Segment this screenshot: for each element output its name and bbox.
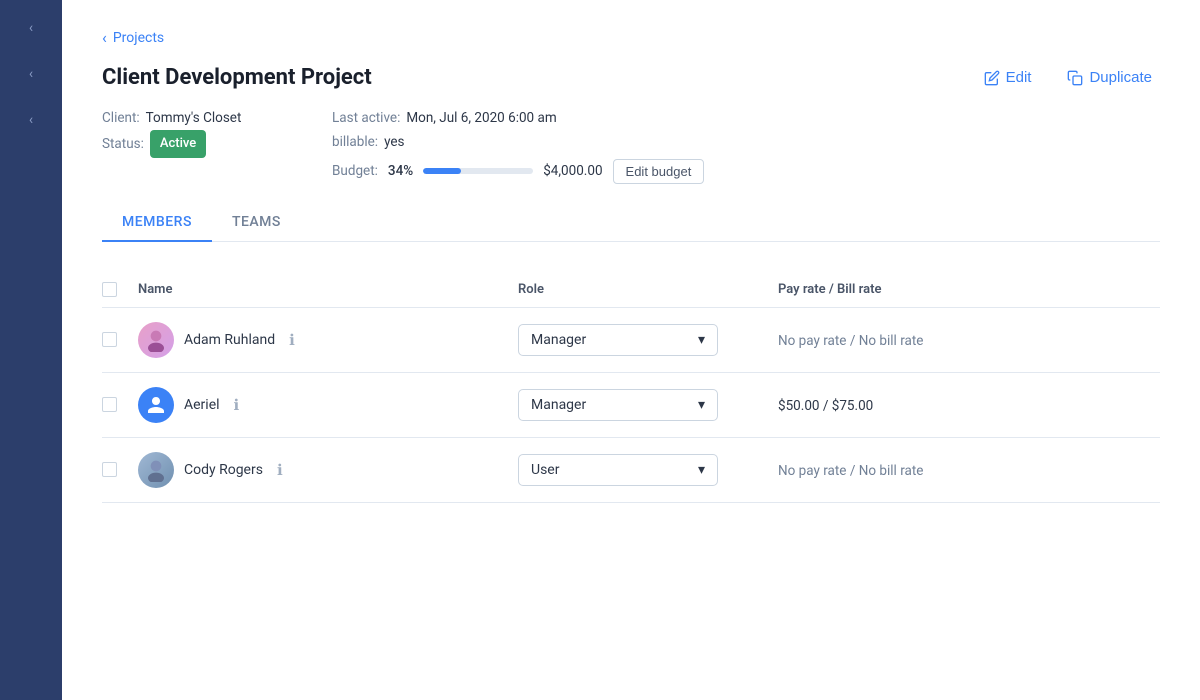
tabs-container: MEMBERS TEAMS xyxy=(102,204,1160,242)
progress-bar-background xyxy=(423,168,533,174)
progress-bar-fill xyxy=(423,168,460,174)
role-header-label: Role xyxy=(518,282,544,297)
table-row: Cody Rogers ℹ User ▾ No pay rate / No bi… xyxy=(102,437,1160,502)
billable-value: yes xyxy=(384,130,404,154)
duplicate-label: Duplicate xyxy=(1089,69,1152,86)
client-label: Client: xyxy=(102,106,140,130)
member-name-container: Cody Rogers ℹ xyxy=(138,452,518,488)
role-value: Manager xyxy=(531,332,586,348)
row-rate-cell: No pay rate / No bill rate xyxy=(778,437,1160,502)
budget-percent: 34% xyxy=(388,163,413,179)
header-checkbox-cell xyxy=(102,272,138,308)
breadcrumb[interactable]: ‹ Projects xyxy=(102,28,1160,47)
budget-label: Budget: xyxy=(332,163,378,179)
meta-right: Last active: Mon, Jul 6, 2020 6:00 am bi… xyxy=(332,106,1160,184)
status-badge: Active xyxy=(150,130,206,157)
chevron-down-icon: ▾ xyxy=(698,397,705,413)
client-value: Tommy's Closet xyxy=(146,106,242,130)
budget-amount: $4,000.00 xyxy=(543,163,602,179)
member-name: Aeriel xyxy=(184,397,220,413)
billable-row: billable: yes xyxy=(332,130,1160,154)
row-role-cell: Manager ▾ xyxy=(518,307,778,372)
status-row: Status: Active xyxy=(102,130,332,157)
role-dropdown[interactable]: Manager ▾ xyxy=(518,389,718,421)
member-name: Adam Ruhland xyxy=(184,332,275,348)
row-check-cell xyxy=(102,437,138,502)
last-active-row: Last active: Mon, Jul 6, 2020 6:00 am xyxy=(332,106,1160,130)
rate-header-label: Pay rate / Bill rate xyxy=(778,282,881,297)
tab-members[interactable]: MEMBERS xyxy=(102,204,212,242)
status-label: Status: xyxy=(102,132,144,156)
edit-label: Edit xyxy=(1006,69,1032,86)
members-table: Name Role Pay rate / Bill rate xyxy=(102,272,1160,503)
sidebar-collapse-3[interactable]: ‹ xyxy=(29,112,33,128)
member-name: Cody Rogers xyxy=(184,462,263,478)
edit-icon xyxy=(984,70,1000,86)
rate-value: No pay rate / No bill rate xyxy=(778,463,923,479)
member-name-container: Aeriel ℹ xyxy=(138,387,518,423)
row-checkbox[interactable] xyxy=(102,332,117,347)
select-all-checkbox[interactable] xyxy=(102,282,117,297)
row-check-cell xyxy=(102,372,138,437)
row-rate-cell: No pay rate / No bill rate xyxy=(778,307,1160,372)
table-row: Adam Ruhland ℹ Manager ▾ No pay rate / N… xyxy=(102,307,1160,372)
billable-label: billable: xyxy=(332,130,378,154)
info-icon[interactable]: ℹ xyxy=(234,396,240,414)
page-header: Client Development Project Edit Duplicat… xyxy=(102,65,1160,90)
row-checkbox[interactable] xyxy=(102,397,117,412)
row-name-cell: Aeriel ℹ xyxy=(138,372,518,437)
budget-row: Budget: 34% $4,000.00 Edit budget xyxy=(332,159,1160,184)
table-row: Aeriel ℹ Manager ▾ $50.00 / $75.00 xyxy=(102,372,1160,437)
sidebar-collapse-1[interactable]: ‹ xyxy=(29,20,33,36)
chevron-down-icon: ▾ xyxy=(698,462,705,478)
member-name-container: Adam Ruhland ℹ xyxy=(138,322,518,358)
client-row: Client: Tommy's Closet xyxy=(102,106,332,130)
rate-value: No pay rate / No bill rate xyxy=(778,333,923,349)
avatar xyxy=(138,322,174,358)
header-actions: Edit Duplicate xyxy=(976,65,1160,90)
row-role-cell: User ▾ xyxy=(518,437,778,502)
page-title: Client Development Project xyxy=(102,65,372,90)
avatar-person-icon xyxy=(144,328,168,352)
row-name-cell: Adam Ruhland ℹ xyxy=(138,307,518,372)
last-active-value: Mon, Jul 6, 2020 6:00 am xyxy=(406,106,556,130)
row-checkbox[interactable] xyxy=(102,462,117,477)
role-value: User xyxy=(531,462,559,478)
edit-button[interactable]: Edit xyxy=(976,65,1040,90)
edit-budget-button[interactable]: Edit budget xyxy=(613,159,705,184)
role-value: Manager xyxy=(531,397,586,413)
header-rate: Pay rate / Bill rate xyxy=(778,272,1160,308)
info-icon[interactable]: ℹ xyxy=(277,461,283,479)
header-name: Name xyxy=(138,272,518,308)
main-content: ‹ Projects Client Development Project Ed… xyxy=(62,0,1200,700)
role-dropdown[interactable]: Manager ▾ xyxy=(518,324,718,356)
avatar-person-icon xyxy=(144,458,168,482)
user-icon xyxy=(146,395,166,415)
tab-teams[interactable]: TEAMS xyxy=(212,204,301,242)
name-header-label: Name xyxy=(138,282,172,297)
breadcrumb-label: Projects xyxy=(113,30,164,46)
header-role: Role xyxy=(518,272,778,308)
duplicate-icon xyxy=(1067,70,1083,86)
avatar xyxy=(138,387,174,423)
row-role-cell: Manager ▾ xyxy=(518,372,778,437)
role-dropdown[interactable]: User ▾ xyxy=(518,454,718,486)
project-meta: Client: Tommy's Closet Status: Active La… xyxy=(102,106,1160,184)
last-active-label: Last active: xyxy=(332,106,400,130)
meta-left: Client: Tommy's Closet Status: Active xyxy=(102,106,332,184)
avatar xyxy=(138,452,174,488)
chevron-down-icon: ▾ xyxy=(698,332,705,348)
row-name-cell: Cody Rogers ℹ xyxy=(138,437,518,502)
back-arrow-icon: ‹ xyxy=(102,28,107,47)
rate-value: $50.00 / $75.00 xyxy=(778,398,873,414)
sidebar: ‹ ‹ ‹ xyxy=(0,0,62,700)
row-check-cell xyxy=(102,307,138,372)
duplicate-button[interactable]: Duplicate xyxy=(1059,65,1160,90)
info-icon[interactable]: ℹ xyxy=(289,331,295,349)
row-rate-cell: $50.00 / $75.00 xyxy=(778,372,1160,437)
sidebar-collapse-2[interactable]: ‹ xyxy=(29,66,33,82)
